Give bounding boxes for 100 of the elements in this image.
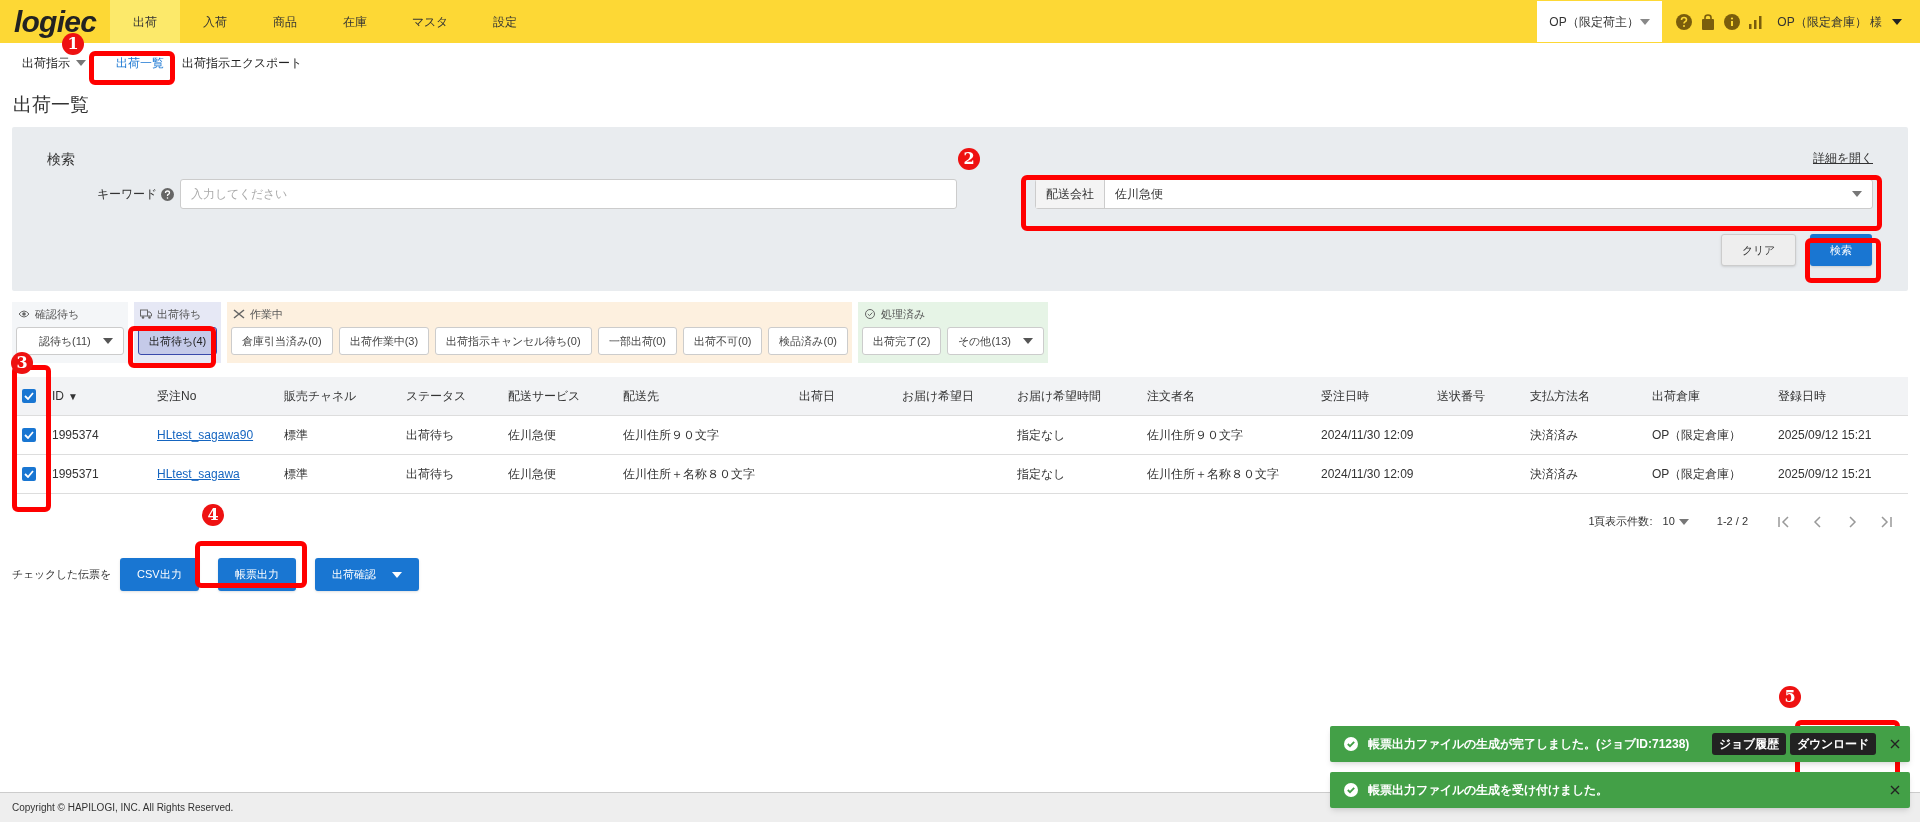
column-header[interactable]: お届け希望時間 xyxy=(1011,387,1141,405)
last-page-icon[interactable] xyxy=(1880,515,1892,528)
step-number: 5 xyxy=(1779,686,1801,708)
table-cell: 標準 xyxy=(284,428,308,442)
table-cell: 2024/11/30 12:09 xyxy=(1321,467,1414,481)
status-tab[interactable]: 倉庫引当済み(0) xyxy=(231,327,333,355)
column-header[interactable]: 登録日時 xyxy=(1772,387,1908,405)
shipper-select[interactable]: OP（限定荷主） xyxy=(1537,1,1663,42)
subnav-link[interactable]: 出荷一覧 xyxy=(98,54,182,72)
column-header[interactable]: 支払方法名 xyxy=(1524,387,1646,405)
carrier-select[interactable]: 配送会社 佐川急便 xyxy=(1035,179,1873,209)
nav-tab[interactable]: マスタ xyxy=(390,0,470,43)
checkbox[interactable] xyxy=(22,467,36,481)
column-header[interactable]: 出荷倉庫 xyxy=(1646,387,1772,405)
first-page-icon[interactable] xyxy=(1778,515,1790,528)
status-tab[interactable]: 認待ち(11) xyxy=(16,327,124,355)
action-button[interactable]: CSV出力 xyxy=(120,558,199,591)
eye-icon xyxy=(18,309,30,319)
group-label: 作業中 xyxy=(250,306,284,322)
subnav-link[interactable]: 出荷指示 xyxy=(22,54,98,72)
nav-tab[interactable]: 在庫 xyxy=(320,0,390,43)
close-icon[interactable] xyxy=(1890,785,1900,795)
nav-tab[interactable]: 入荷 xyxy=(180,0,250,43)
column-header[interactable]: お届け希望日 xyxy=(896,387,1011,405)
sort-mark[interactable]: ▼ xyxy=(68,388,78,404)
bag-icon[interactable] xyxy=(1701,13,1716,30)
group-label: 確認待ち xyxy=(35,306,79,322)
checkbox[interactable] xyxy=(22,389,36,403)
help-icon[interactable] xyxy=(161,187,174,201)
table-cell: 1995374 xyxy=(52,428,99,442)
table-cell: 佐川住所９０文字 xyxy=(1147,428,1243,442)
toast-action-button[interactable]: ジョブ履歴 xyxy=(1712,733,1786,755)
column-header[interactable]: 送状番号 xyxy=(1431,387,1524,405)
column-header[interactable]: 注文者名 xyxy=(1141,387,1315,405)
table-cell: 佐川急便 xyxy=(508,428,556,442)
status-tab[interactable]: 検品済み(0) xyxy=(768,327,848,355)
clear-button[interactable]: クリア xyxy=(1721,234,1796,266)
caret-icon xyxy=(1852,191,1862,197)
table-cell: 1995371 xyxy=(52,467,99,481)
subnav-link[interactable]: 出荷指示エクスポート xyxy=(182,54,314,72)
keyword-field[interactable]: 入力してください xyxy=(180,179,957,209)
table-cell: 2025/09/12 15:21 xyxy=(1778,467,1872,481)
nav-tab[interactable]: 設定 xyxy=(470,0,540,43)
done-icon xyxy=(863,309,876,319)
column-header[interactable]: 配送先 xyxy=(617,387,793,405)
nav-tab[interactable]: 商品 xyxy=(250,0,320,43)
table-cell: OP（限定倉庫） xyxy=(1652,428,1742,442)
toast-action-button[interactable]: ダウンロード xyxy=(1790,733,1876,755)
group-label: 処理済み xyxy=(880,306,925,322)
per-page-label: 1頁表示件数: xyxy=(1588,514,1653,530)
signal-icon[interactable] xyxy=(1749,14,1764,29)
table-cell: 出荷待ち xyxy=(406,428,454,442)
column-header[interactable]: 受注日時 xyxy=(1315,387,1431,405)
table-cell: 2024/11/30 12:09 xyxy=(1321,428,1414,442)
step-number: 3 xyxy=(11,352,33,374)
check-circle-icon xyxy=(1344,737,1358,751)
status-tab[interactable]: 出荷作業中(3) xyxy=(338,327,430,355)
page-title: 出荷一覧 xyxy=(12,92,90,117)
status-tab[interactable]: 出荷指示キャンセル待ち(0) xyxy=(435,327,592,355)
table-cell: 出荷待ち xyxy=(406,467,454,481)
caret-icon xyxy=(76,60,86,66)
close-icon[interactable] xyxy=(1890,739,1900,749)
table-cell: 佐川急便 xyxy=(508,467,556,481)
caret-icon xyxy=(1892,18,1902,25)
info-icon[interactable] xyxy=(1724,13,1741,30)
table-cell: 佐川住所＋名称８０文字 xyxy=(623,467,755,481)
group-label: 出荷待ち xyxy=(156,306,201,322)
column-header[interactable]: 販売チャネル xyxy=(278,387,400,405)
table-cell: 佐川住所９０文字 xyxy=(623,428,719,442)
status-tab[interactable]: 出荷不可(0) xyxy=(683,327,763,355)
order-link[interactable]: HLtest_sagawa90 xyxy=(157,428,254,442)
help-icon[interactable] xyxy=(1676,13,1693,30)
user-menu[interactable]: OP（限定倉庫） 様 xyxy=(1777,0,1920,43)
action-button[interactable]: 出荷確認 xyxy=(314,558,419,591)
next-page-icon[interactable] xyxy=(1846,515,1858,528)
previous-page-icon[interactable] xyxy=(1812,515,1824,528)
table-cell: 2025/09/12 15:21 xyxy=(1778,428,1872,442)
column-header[interactable]: ID ▼ xyxy=(46,387,151,405)
check-icon xyxy=(24,392,34,400)
column-header[interactable]: 受注No xyxy=(151,387,278,405)
table-cell: 佐川住所＋名称８０文字 xyxy=(1147,467,1279,481)
step-number: 4 xyxy=(202,504,224,526)
table-cell: 指定なし xyxy=(1017,428,1065,442)
check-circle-icon xyxy=(1344,783,1358,797)
checkbox[interactable] xyxy=(22,428,36,442)
status-tab[interactable]: その他(13) xyxy=(947,327,1044,355)
column-header[interactable]: ステータス xyxy=(400,387,502,405)
column-header[interactable]: 配送サービス xyxy=(502,387,617,405)
status-tab[interactable]: 出荷完了(2) xyxy=(861,327,942,355)
expand-link[interactable]: 詳細を開く xyxy=(1813,149,1873,170)
nav-tab[interactable]: 出荷 xyxy=(110,0,180,43)
status-tab[interactable]: 一部出荷(0) xyxy=(597,327,677,355)
order-link[interactable]: HLtest_sagawa xyxy=(157,467,240,481)
table-cell: OP（限定倉庫） xyxy=(1652,467,1742,481)
per-page-select[interactable]: 10 xyxy=(1662,513,1689,530)
column-header[interactable]: 出荷日 xyxy=(793,387,896,405)
table-cell: 指定なし xyxy=(1017,467,1065,481)
table-cell: 決済済み xyxy=(1530,467,1578,481)
step-number: 1 xyxy=(62,33,84,55)
check-icon xyxy=(24,470,34,478)
